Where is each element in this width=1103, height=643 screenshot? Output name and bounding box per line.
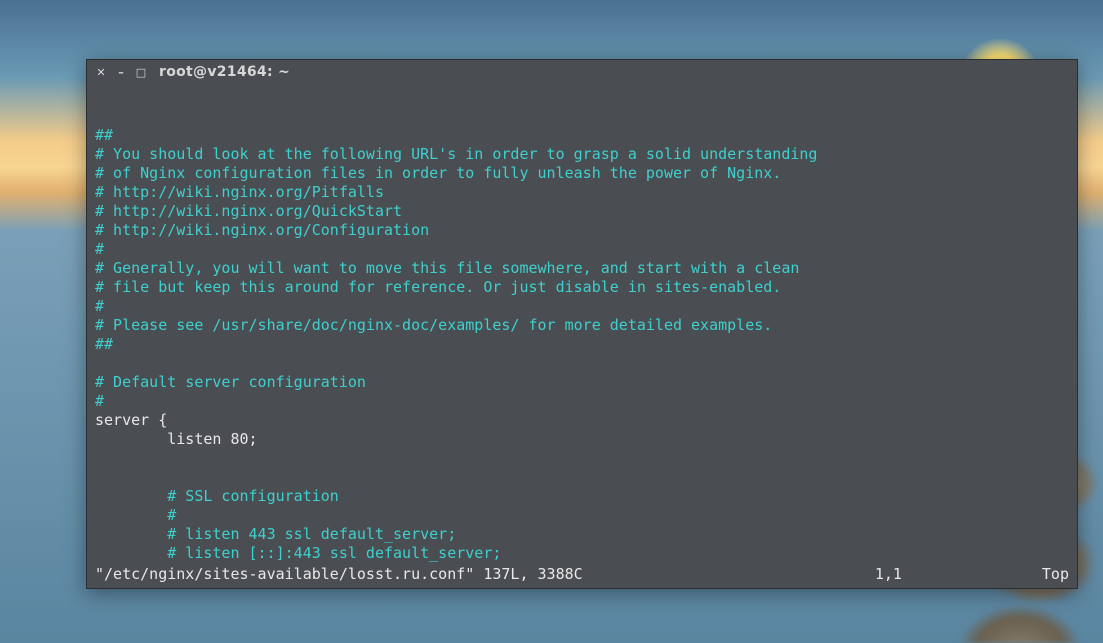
code-comment-line: # Please see /usr/share/doc/nginx-doc/ex… (95, 316, 1069, 335)
code-comment-line: # of Nginx configuration files in order … (95, 164, 1069, 183)
terminal-body[interactable]: ### You should look at the following URL… (87, 84, 1077, 588)
maximize-icon[interactable]: □ (133, 64, 149, 80)
code-comment-line: # http://wiki.nginx.org/Pitfalls (95, 183, 1069, 202)
status-cursor-position: 1,1 (875, 565, 1042, 584)
code-comment-line: # file but keep this around for referenc… (95, 278, 1069, 297)
terminal-window: ✕ – □ root@v21464: ~ ### You should look… (86, 59, 1078, 589)
code-line: server { (95, 411, 1069, 430)
window-title: root@v21464: ~ (159, 64, 290, 80)
status-scroll: Top (1042, 565, 1069, 584)
code-comment-line: # http://wiki.nginx.org/Configuration (95, 221, 1069, 240)
code-line (95, 468, 1069, 487)
code-comment-line: # You should look at the following URL's… (95, 145, 1069, 164)
code-comment-line: # http://wiki.nginx.org/QuickStart (95, 202, 1069, 221)
code-line (95, 449, 1069, 468)
code-comment-line: # (95, 297, 1069, 316)
code-comment-line: # (95, 240, 1069, 259)
code-comment-line: # listen [::]:443 ssl default_server; (95, 544, 1069, 563)
code-comment-line: # (95, 392, 1069, 411)
close-icon[interactable]: ✕ (93, 64, 109, 80)
window-titlebar[interactable]: ✕ – □ root@v21464: ~ (87, 60, 1077, 84)
code-comment-line: # SSL configuration (95, 487, 1069, 506)
editor-lines: ### You should look at the following URL… (95, 126, 1069, 563)
code-comment-line: # Generally, you will want to move this … (95, 259, 1069, 278)
vim-status-line: "/etc/nginx/sites-available/losst.ru.con… (95, 565, 1069, 584)
code-comment-line: # (95, 506, 1069, 525)
code-comment-line: # Default server configuration (95, 373, 1069, 392)
code-line: listen 80; (95, 430, 1069, 449)
code-comment-line: ## (95, 335, 1069, 354)
status-file: "/etc/nginx/sites-available/losst.ru.con… (95, 565, 583, 584)
minimize-icon[interactable]: – (113, 64, 129, 80)
code-line (95, 354, 1069, 373)
code-comment-line: # listen 443 ssl default_server; (95, 525, 1069, 544)
code-comment-line: ## (95, 126, 1069, 145)
